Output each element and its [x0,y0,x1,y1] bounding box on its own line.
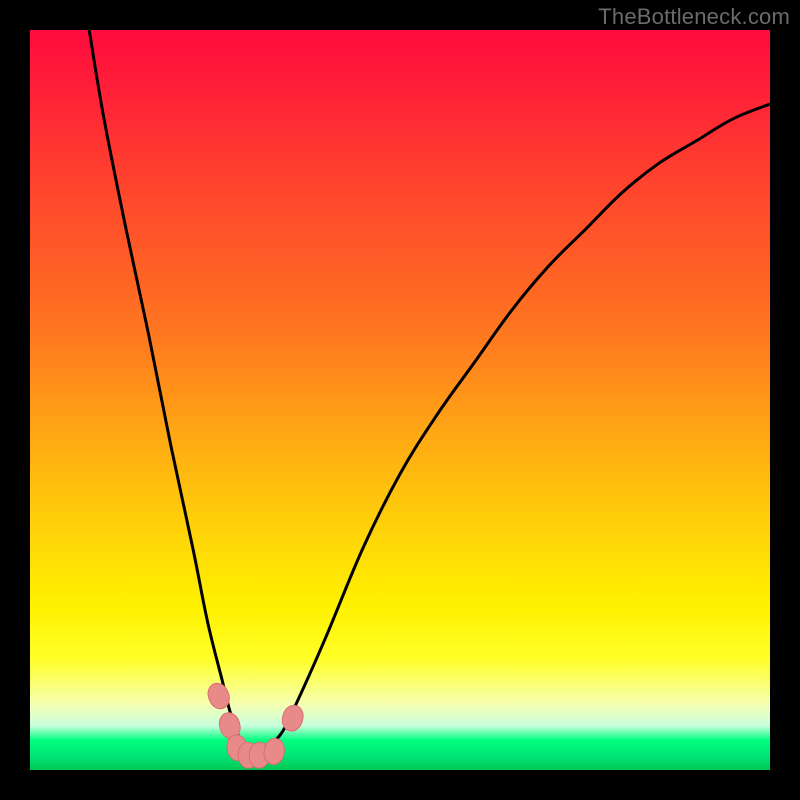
plot-area [30,30,770,770]
optimal-markers [205,680,306,768]
watermark-text: TheBottleneck.com [598,4,790,30]
bottleneck-curve [89,30,770,756]
curve-layer [30,30,770,770]
chart-stage: TheBottleneck.com [0,0,800,800]
